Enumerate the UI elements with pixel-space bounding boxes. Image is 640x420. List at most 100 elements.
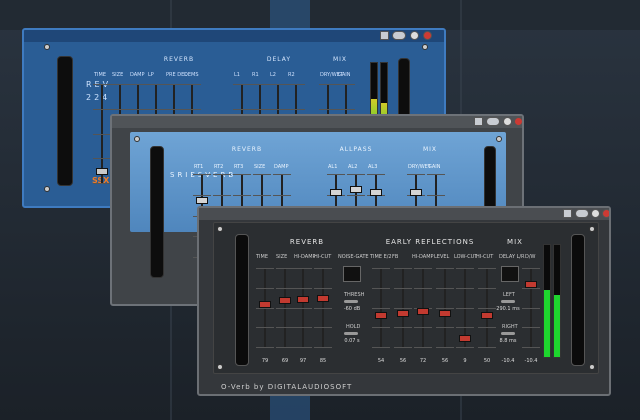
noise-gate-led[interactable] — [343, 266, 361, 282]
overb-early-fader[interactable] — [478, 268, 496, 348]
rev224-section-reverb: REVERB — [163, 56, 195, 63]
overb-early-fader[interactable] — [372, 268, 390, 348]
fader-tick — [478, 327, 496, 329]
fader-knob-icon[interactable] — [481, 311, 493, 319]
minimize-icon[interactable] — [563, 209, 572, 218]
fader-tick — [276, 307, 294, 309]
fader-knob-icon[interactable] — [350, 185, 362, 193]
fader-knob-icon[interactable] — [370, 189, 382, 197]
dry-wet-label: D/W — [525, 254, 536, 260]
left-value: 290.1 ms — [496, 306, 520, 312]
overb-early-fader-value: 50 — [483, 358, 491, 364]
fader-tick — [273, 194, 291, 196]
sriesverb-titlebar[interactable] — [112, 116, 522, 128]
fader-tick — [294, 268, 312, 269]
fader-tick — [294, 327, 312, 329]
overb-meter-left — [543, 244, 551, 358]
rev224-fader-label: GAIN — [338, 72, 351, 78]
hold-knob-icon[interactable] — [344, 332, 358, 335]
fader-knob-icon[interactable] — [297, 295, 309, 303]
fader-knob-icon[interactable] — [525, 281, 537, 289]
rev224-fader-label: R1 — [252, 72, 259, 78]
overb-reverb-fader-value: 79 — [261, 358, 269, 364]
fader-tick — [233, 194, 251, 196]
right-knob-icon[interactable] — [501, 332, 515, 335]
link-icon[interactable] — [575, 209, 589, 218]
play-icon[interactable] — [410, 31, 419, 40]
overb-early-fader[interactable] — [436, 268, 454, 348]
rev224-fader[interactable] — [93, 84, 111, 184]
screw-icon — [217, 226, 223, 232]
fader-tick — [478, 307, 496, 309]
fader-tick — [183, 84, 201, 85]
close-icon[interactable] — [423, 31, 432, 40]
overb-drywet-fader[interactable] — [522, 268, 540, 348]
desktop-top-strip — [0, 0, 640, 30]
link-icon[interactable] — [392, 31, 406, 40]
fader-tick — [93, 84, 111, 85]
overb-reverb-fader-label: HI-DAMP — [294, 254, 316, 260]
right-value: 8.8 ms — [499, 338, 517, 344]
close-icon[interactable] — [602, 209, 609, 218]
delay-led[interactable] — [501, 266, 519, 282]
overb-titlebar[interactable] — [199, 208, 609, 220]
fader-knob-icon[interactable] — [196, 197, 208, 205]
overb-reverb-fader-value: 97 — [299, 358, 307, 364]
fader-tick — [372, 307, 390, 309]
fader-knob-icon[interactable] — [279, 297, 291, 305]
overb-reverb-fader[interactable] — [314, 268, 332, 348]
minimize-icon[interactable] — [474, 117, 483, 126]
fader-tick — [414, 268, 432, 269]
fader-tick — [337, 84, 355, 85]
fader-knob-icon[interactable] — [410, 189, 422, 197]
overb-early-fader[interactable] — [394, 268, 412, 348]
overb-reverb-fader[interactable] — [276, 268, 294, 348]
fader-tick — [347, 194, 365, 196]
play-icon[interactable] — [591, 209, 600, 218]
fader-knob-icon[interactable] — [439, 310, 451, 318]
out-value-left: -10.4 — [501, 358, 515, 364]
sriesverb-fader-label: SIZE — [254, 164, 266, 170]
rev224-vertical-label: REV 224 — [86, 80, 111, 102]
fader-tick — [394, 287, 412, 289]
fader-tick — [394, 327, 412, 329]
fader-knob-icon[interactable] — [330, 189, 342, 197]
fader-knob-icon[interactable] — [397, 310, 409, 318]
fader-knob-icon[interactable] — [317, 295, 329, 302]
sriesverb-fader-label: DAMP — [274, 164, 289, 170]
sriesverb-fader-label: AL3 — [368, 164, 378, 170]
overb-early-fader[interactable] — [456, 268, 474, 348]
fader-knob-icon[interactable] — [259, 300, 271, 308]
thresh-value: -60 dB — [343, 306, 361, 312]
fader-tick — [287, 84, 305, 85]
close-icon[interactable] — [514, 117, 522, 126]
sriesverb-section-mix: MIX — [422, 146, 438, 153]
overb-reverb-fader[interactable] — [294, 268, 312, 348]
fader-tick — [276, 327, 294, 329]
sriesverb-fader-label: RT1 — [194, 164, 204, 170]
overb-section-mix: MIX — [507, 238, 523, 246]
sriesverb-fader-label: RT3 — [234, 164, 244, 170]
play-icon[interactable] — [503, 117, 512, 126]
fader-knob-icon[interactable] — [96, 167, 108, 175]
thresh-knob-icon[interactable] — [344, 300, 358, 303]
overb-reverb-fader[interactable] — [256, 268, 274, 348]
fader-tick — [93, 158, 111, 160]
overb-early-fader[interactable] — [414, 268, 432, 348]
overb-early-fader-label: LOW-CUT — [454, 254, 478, 260]
minimize-icon[interactable] — [380, 31, 389, 40]
fader-tick — [456, 327, 474, 329]
rev224-fader-label: R2 — [288, 72, 295, 78]
fader-tick — [456, 268, 474, 269]
sriesverb-fader-label: AL2 — [348, 164, 358, 170]
fader-tick — [183, 108, 201, 110]
overb-window: REVERB EARLY REFLECTIONS MIX NOISE-GATE … — [197, 206, 611, 396]
link-icon[interactable] — [486, 117, 500, 126]
fader-tick — [213, 194, 231, 196]
fader-tick — [414, 347, 432, 348]
fader-knob-icon[interactable] — [417, 308, 429, 316]
fader-knob-icon[interactable] — [459, 335, 471, 343]
left-knob-icon[interactable] — [501, 300, 515, 303]
fader-tick — [273, 174, 291, 175]
fader-knob-icon[interactable] — [375, 311, 387, 319]
